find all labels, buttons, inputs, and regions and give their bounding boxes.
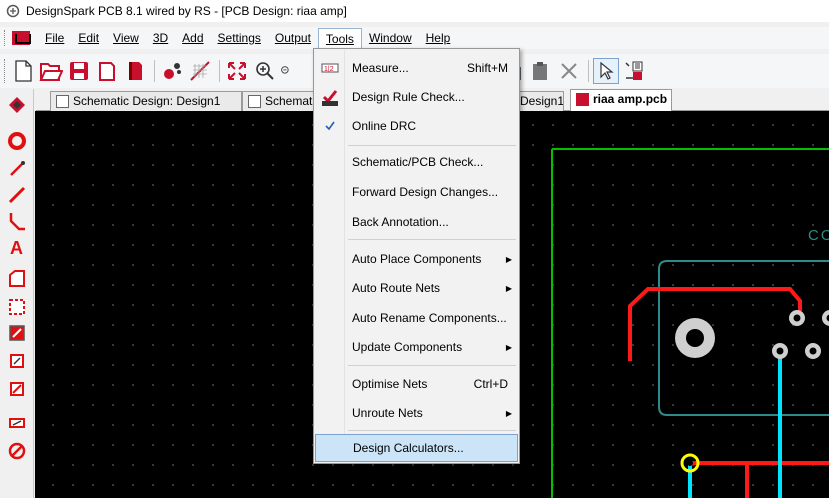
menu-item-measure[interactable]: 1|2 Measure... Shift+M [315,54,518,82]
pad-tool-icon[interactable] [5,129,29,153]
menu-item-design-calculators[interactable]: Design Calculators... [315,434,518,462]
silkscreen-label: CO [808,227,829,244]
menu-item-unroute-nets[interactable]: Unroute Nets ▶ [315,399,518,427]
menu-view[interactable]: View [106,28,146,48]
measure-icon: 1|2 [319,57,341,79]
toolbar-separator [588,60,589,82]
open-file-icon[interactable] [38,58,64,84]
menu-separator [348,365,516,366]
schematic-icon [56,95,69,108]
select-tool-icon[interactable] [5,93,29,117]
menu-file[interactable]: File [38,28,71,48]
menu-3d[interactable]: 3D [146,28,175,48]
toolbar-separator [154,60,155,82]
zoom-in-icon[interactable] [252,58,278,84]
library-icon[interactable] [122,58,148,84]
menu-item-optimise-nets[interactable]: Optimise Nets Ctrl+D [315,370,518,398]
component-tool-icon[interactable] [159,58,185,84]
menu-help[interactable]: Help [419,28,458,48]
toolbar-separator [219,60,220,82]
app-icon [6,4,20,18]
document-icon[interactable] [12,31,31,45]
toolbar-grip[interactable] [4,30,8,46]
menu-item-update-components[interactable]: Update Components ▶ [315,333,518,361]
menu-settings[interactable]: Settings [211,28,268,48]
pad-hole [809,347,817,355]
menu-add[interactable]: Add [175,28,210,48]
menu-edit[interactable]: Edit [71,28,106,48]
cutout-tool-icon[interactable] [5,295,29,319]
tools-dropdown-menu: 1|2 Measure... Shift+M Design Rule Check… [313,48,520,464]
paste-icon[interactable] [528,58,554,84]
title-bar: DesignSpark PCB 8.1 wired by RS - [PCB D… [0,0,829,22]
properties-icon[interactable] [621,58,647,84]
area-tool-icon[interactable] [5,267,29,291]
tab-riaa-amp-pcb[interactable]: riaa amp.pcb [570,89,672,112]
text-tool-icon[interactable]: A [5,235,29,259]
grid-tool-icon[interactable] [187,58,213,84]
menu-window[interactable]: Window [362,28,419,48]
menu-bar: File Edit View 3D Add Settings Output To… [0,27,829,49]
menu-item-back-annotation[interactable]: Back Annotation... [315,208,518,236]
menu-item-forward-design-changes[interactable]: Forward Design Changes... [315,178,518,206]
zoom-fit-icon[interactable] [224,58,250,84]
tab-schematic-design1[interactable]: Schematic Design: Design1 [50,91,242,111]
window-title: DesignSpark PCB 8.1 wired by RS - [PCB D… [26,4,347,18]
keepout-tool-icon[interactable] [5,377,29,401]
pad-hole [776,347,784,355]
schematic-icon [248,95,261,108]
left-tool-strip: A [0,89,34,498]
submenu-arrow-icon: ▶ [505,254,512,264]
toolbar-grip[interactable] [4,59,8,83]
no-connect-tool-icon[interactable] [5,439,29,463]
tab-design1[interactable]: Design1 [520,91,564,111]
menu-item-auto-place-components[interactable]: Auto Place Components ▶ [315,245,518,273]
submenu-arrow-icon: ▶ [505,283,512,293]
drc-icon [319,86,341,108]
route-tool-icon[interactable] [5,183,29,207]
zoom-out-icon[interactable] [280,58,292,84]
svg-text:A: A [10,238,23,257]
menu-item-design-rule-check[interactable]: Design Rule Check... [315,83,518,111]
menu-output[interactable]: Output [268,28,318,48]
board-outline-tool-icon[interactable] [5,349,29,373]
menu-item-auto-rename-components[interactable]: Auto Rename Components... [315,304,518,332]
menu-separator [348,239,516,240]
copper-pour-tool-icon[interactable] [5,321,29,345]
track-tool-icon[interactable] [5,157,29,181]
bend-tool-icon[interactable] [5,209,29,233]
menu-separator [348,145,516,146]
menu-tools[interactable]: Tools [317,28,362,48]
pcb-icon [576,93,589,106]
new-file-icon[interactable] [10,58,36,84]
mounting-hole [686,329,704,347]
check-icon [319,115,341,137]
delete-icon[interactable] [556,58,582,84]
tab-schematic-2[interactable]: Schemat [242,91,314,111]
pad-hole [793,314,801,322]
menu-item-auto-route-nets[interactable]: Auto Route Nets ▶ [315,274,518,302]
select-pointer-icon[interactable] [593,58,619,84]
menu-item-online-drc[interactable]: Online DRC [315,112,518,140]
svg-text:1|2: 1|2 [324,66,334,73]
menu-separator [348,430,516,431]
save-icon[interactable] [66,58,92,84]
menu-item-schematic-pcb-check[interactable]: Schematic/PCB Check... [315,148,518,176]
submenu-arrow-icon: ▶ [505,342,512,352]
close-file-icon[interactable] [94,58,120,84]
submenu-arrow-icon: ▶ [505,408,512,418]
via-hole [687,460,693,466]
dimension-tool-icon[interactable] [5,411,29,435]
